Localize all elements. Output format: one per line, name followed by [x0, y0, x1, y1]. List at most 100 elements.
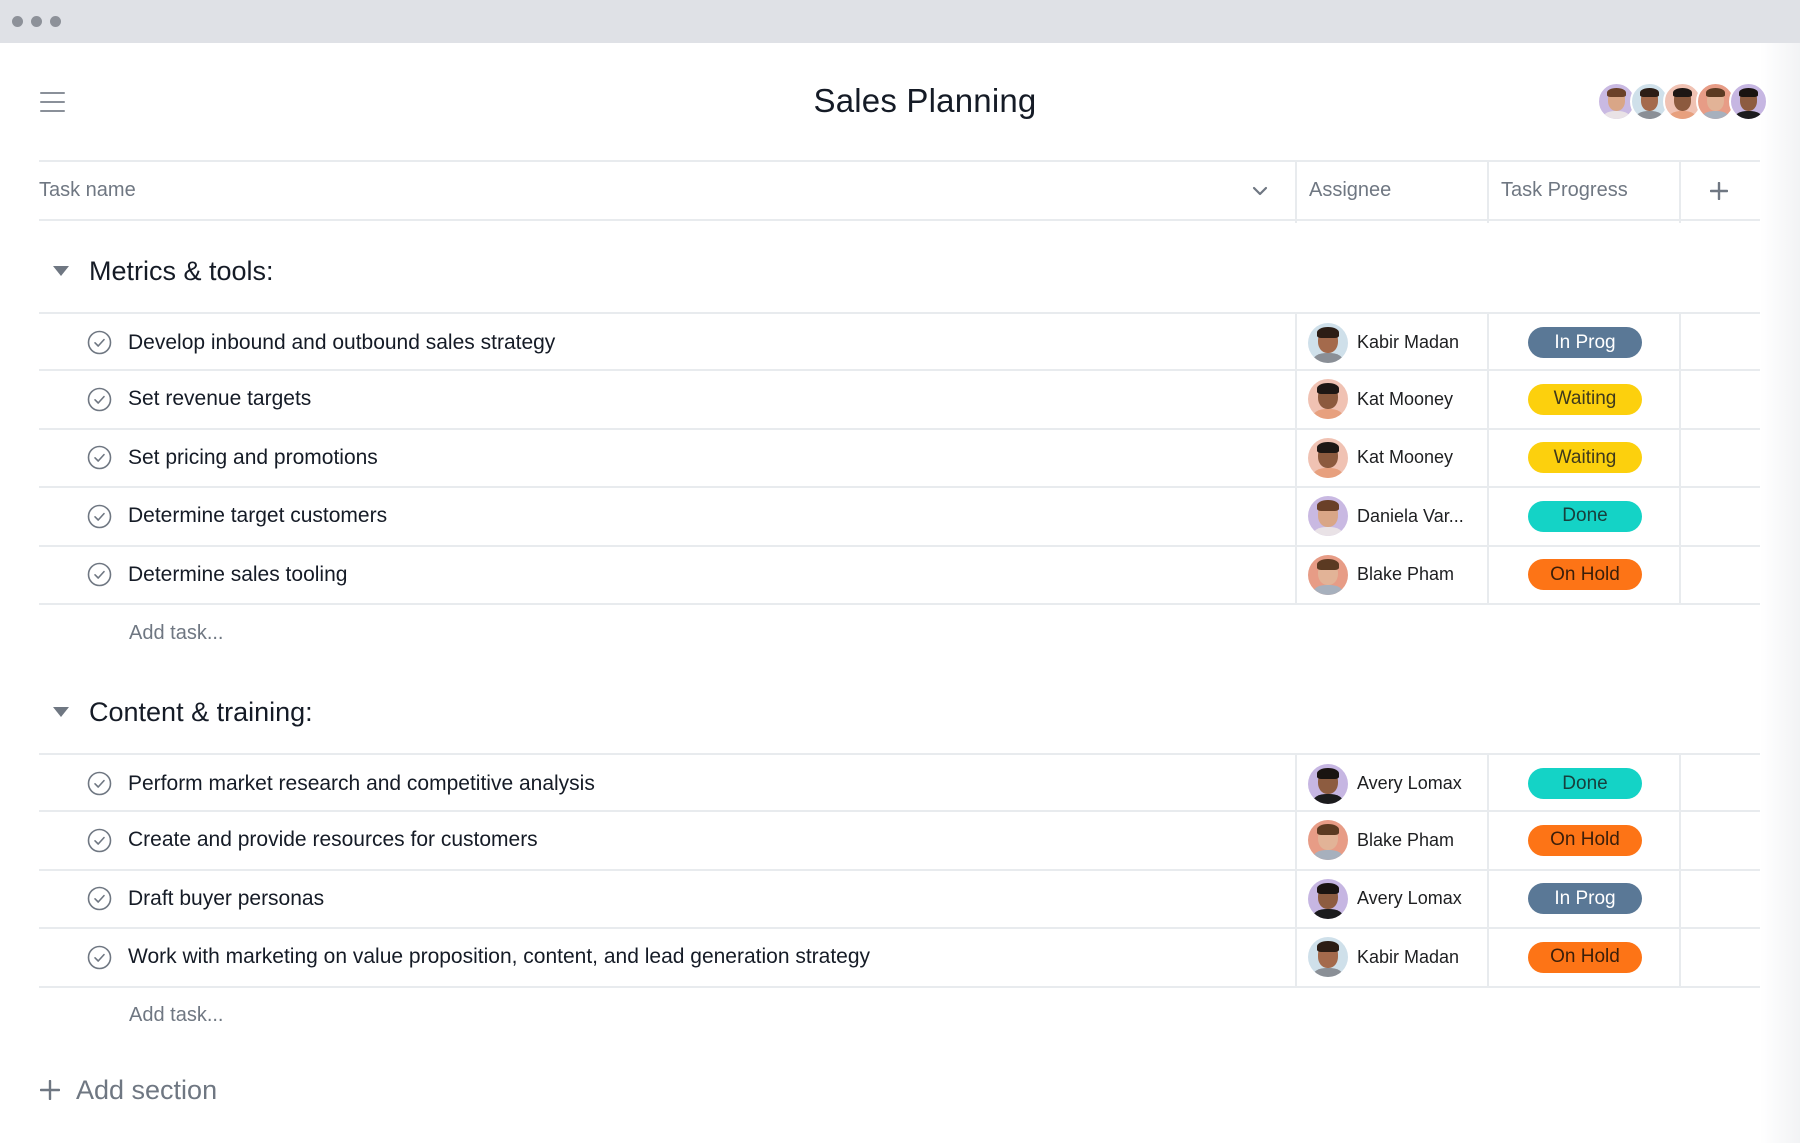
task-name[interactable]: Perform market research and competitive …	[128, 755, 595, 812]
complete-check-icon[interactable]	[87, 387, 112, 412]
column-header-task-name[interactable]: Task name	[39, 162, 136, 219]
assignee-cell[interactable]: Kat Mooney	[1308, 429, 1453, 486]
avatar-hair	[1316, 441, 1340, 453]
task-name[interactable]: Create and provide resources for custome…	[128, 812, 538, 869]
task-row[interactable]: Draft buyer personas Avery Lomax In Prog	[39, 870, 1760, 930]
status-badge[interactable]: Done	[1528, 768, 1642, 799]
task-row[interactable]: Set pricing and promotions Kat Mooney Wait…	[39, 429, 1760, 489]
assignee-avatar[interactable]	[1308, 937, 1348, 978]
task-name[interactable]: Draft buyer personas	[128, 870, 324, 927]
complete-check-icon[interactable]	[87, 330, 112, 355]
assignee-avatar[interactable]	[1308, 820, 1348, 861]
column-divider	[1487, 312, 1489, 605]
assignee-cell[interactable]: Blake Pham	[1308, 546, 1454, 603]
sort-chevron-down-icon[interactable]	[1252, 162, 1268, 219]
assignee-avatar[interactable]	[1308, 437, 1348, 478]
collapse-triangle-icon[interactable]	[53, 707, 69, 717]
section-title: Metrics & tools:	[89, 255, 274, 286]
add-section-label: Add section	[76, 1075, 218, 1105]
status-badge[interactable]: On Hold	[1528, 559, 1642, 591]
section-header[interactable]: Content & training:	[39, 692, 1760, 732]
section-header[interactable]: Metrics & tools:	[39, 251, 1760, 291]
assignee-avatar[interactable]	[1308, 554, 1348, 595]
assignee-avatar[interactable]	[1308, 379, 1348, 420]
avatar-hair	[1672, 87, 1693, 98]
avatar-shoulders	[1312, 793, 1344, 804]
task-row[interactable]: Determine target customers Daniela Var...…	[39, 488, 1760, 547]
assignee-cell[interactable]: Daniela Var...	[1308, 488, 1464, 545]
window-minimize-dot[interactable]	[31, 16, 42, 27]
task-name[interactable]: Determine sales tooling	[128, 546, 347, 603]
assignee-cell[interactable]: Blake Pham	[1308, 812, 1454, 869]
avatar-shoulders	[1312, 909, 1344, 919]
assignee-cell[interactable]: Avery Lomax	[1308, 755, 1462, 812]
task-row[interactable]: Perform market research and competitive …	[39, 753, 1760, 812]
assignee-cell[interactable]: Avery Lomax	[1308, 870, 1462, 927]
add-task-input[interactable]: Add task...	[129, 622, 224, 645]
avatar-shoulders	[1312, 585, 1344, 595]
task-name[interactable]: Work with marketing on value proposition…	[128, 929, 870, 986]
task-name[interactable]: Set revenue targets	[128, 371, 311, 428]
assignee-cell[interactable]: Kat Mooney	[1308, 371, 1453, 428]
task-name[interactable]: Determine target customers	[128, 488, 387, 545]
avatar-shoulders	[1669, 110, 1696, 119]
avatar-hair	[1639, 87, 1660, 98]
assignee-avatar[interactable]	[1308, 878, 1348, 919]
avatar-shoulders	[1312, 409, 1344, 420]
collapse-triangle-icon[interactable]	[53, 266, 69, 276]
avatar-shoulders	[1636, 110, 1663, 119]
assignee-name: Blake Pham	[1357, 564, 1455, 585]
complete-check-icon[interactable]	[87, 562, 112, 587]
task-name[interactable]: Set pricing and promotions	[128, 429, 378, 486]
add-task-input[interactable]: Add task...	[129, 1004, 224, 1027]
status-badge[interactable]: In Prog	[1528, 883, 1642, 915]
task-name[interactable]: Develop inbound and outbound sales strat…	[128, 314, 555, 371]
complete-check-icon[interactable]	[87, 828, 112, 853]
complete-check-icon[interactable]	[87, 504, 112, 529]
assignee-avatar[interactable]	[1308, 763, 1348, 804]
avatar-shoulders	[1312, 468, 1344, 478]
add-column-plus-icon[interactable]	[1710, 162, 1728, 219]
member-avatar[interactable]	[1729, 82, 1768, 121]
window-maximize-dot[interactable]	[50, 16, 61, 27]
avatar-hair	[1316, 882, 1340, 894]
task-row[interactable]: Work with marketing on value proposition…	[39, 929, 1760, 988]
status-badge[interactable]: On Hold	[1528, 824, 1642, 856]
task-row[interactable]: Set revenue targets Kat Mooney Waiting	[39, 371, 1760, 430]
task-row[interactable]: Determine sales tooling Blake Pham On Hold	[39, 546, 1760, 606]
window-close-dot[interactable]	[12, 16, 23, 27]
column-header-task-progress[interactable]: Task Progress	[1501, 162, 1628, 219]
assignee-avatar[interactable]	[1308, 322, 1348, 363]
project-members[interactable]	[1597, 82, 1768, 121]
avatar-hair	[1606, 87, 1627, 98]
assignee-name: Kabir Madan	[1357, 332, 1460, 352]
column-divider	[1295, 753, 1297, 988]
assignee-name: Kat Mooney	[1357, 388, 1454, 409]
complete-check-icon[interactable]	[87, 886, 112, 911]
complete-check-icon[interactable]	[87, 945, 112, 970]
add-section-button[interactable]: Add section	[39, 1075, 218, 1106]
complete-check-icon[interactable]	[87, 445, 112, 470]
column-divider	[1679, 753, 1681, 988]
status-badge[interactable]: Waiting	[1528, 383, 1642, 415]
column-header-assignee[interactable]: Assignee	[1309, 162, 1391, 219]
status-badge[interactable]: Waiting	[1528, 442, 1642, 474]
page-edge-shadow	[1760, 43, 1800, 1143]
avatar-shoulders	[1312, 850, 1344, 861]
avatar-hair	[1705, 87, 1726, 98]
assignee-name: Blake Pham	[1357, 829, 1455, 850]
column-divider	[1679, 312, 1681, 605]
assignee-avatar[interactable]	[1308, 496, 1348, 537]
avatar-shoulders	[1312, 526, 1344, 537]
status-badge[interactable]: On Hold	[1528, 941, 1642, 973]
complete-check-icon[interactable]	[87, 771, 112, 796]
avatar-hair	[1738, 87, 1759, 98]
task-row[interactable]: Create and provide resources for custome…	[39, 812, 1760, 871]
avatar-shoulders	[1702, 110, 1729, 119]
task-row[interactable]: Develop inbound and outbound sales strat…	[39, 312, 1760, 371]
plus-icon	[39, 1076, 61, 1106]
status-badge[interactable]: Done	[1528, 500, 1642, 532]
assignee-cell[interactable]: Kabir Madan	[1308, 314, 1459, 371]
status-badge[interactable]: In Prog	[1528, 327, 1642, 358]
assignee-cell[interactable]: Kabir Madan	[1308, 929, 1459, 986]
